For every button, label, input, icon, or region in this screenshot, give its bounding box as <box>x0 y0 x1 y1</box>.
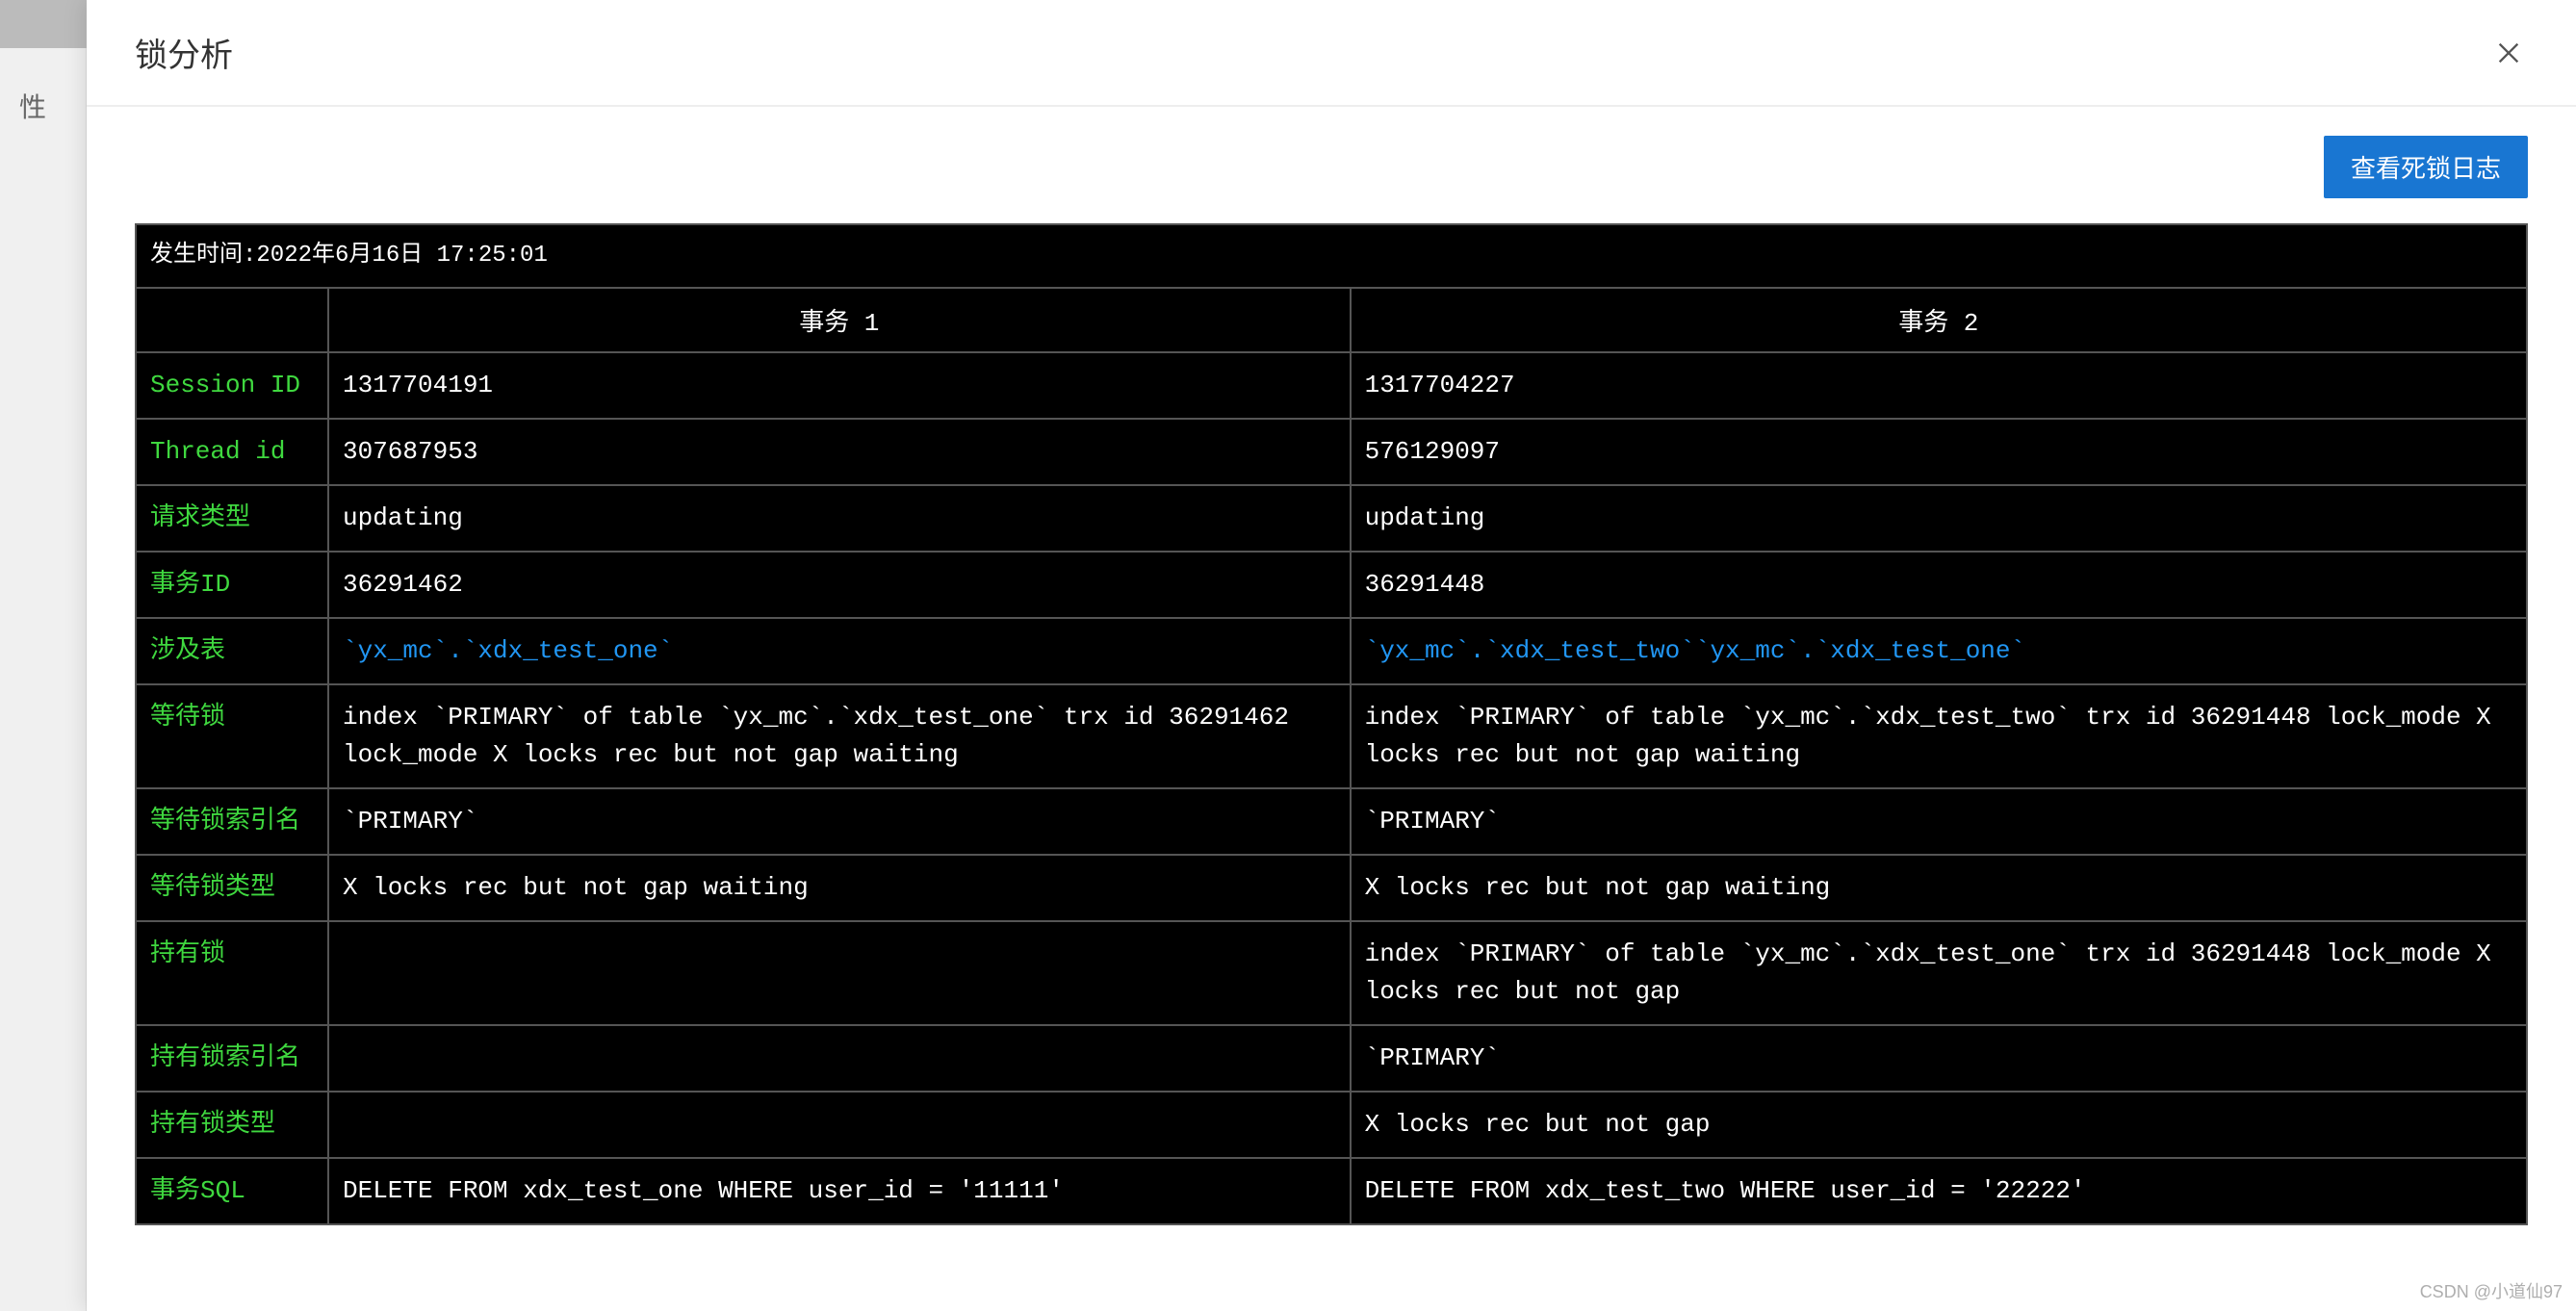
table-row: 等待锁index `PRIMARY` of table `yx_mc`.`xdx… <box>136 684 2527 788</box>
row-label: 涉及表 <box>136 618 328 684</box>
col-blank <box>136 288 328 352</box>
cell-tx1 <box>328 1025 1351 1092</box>
cell-tx2: index `PRIMARY` of table `yx_mc`.`xdx_te… <box>1351 921 2527 1025</box>
row-label: 持有锁索引名 <box>136 1025 328 1092</box>
cell-tx2: `PRIMARY` <box>1351 1025 2527 1092</box>
cell-tx2: `PRIMARY` <box>1351 788 2527 855</box>
table-row: 事务ID3629146236291448 <box>136 552 2527 618</box>
cell-tx1: 1317704191 <box>328 352 1351 419</box>
cell-tx2: `yx_mc`.`xdx_test_two``yx_mc`.`xdx_test_… <box>1351 618 2527 684</box>
modal-actions: 查看死锁日志 <box>135 136 2528 198</box>
table-row: 涉及表`yx_mc`.`xdx_test_one``yx_mc`.`xdx_te… <box>136 618 2527 684</box>
row-label: Session ID <box>136 352 328 419</box>
row-label: 持有锁类型 <box>136 1092 328 1158</box>
cell-tx1 <box>328 1092 1351 1158</box>
cell-tx1: index `PRIMARY` of table `yx_mc`.`xdx_te… <box>328 684 1351 788</box>
table-row: 请求类型updatingupdating <box>136 485 2527 552</box>
cell-tx2: 1317704227 <box>1351 352 2527 419</box>
modal-header: 锁分析 <box>87 0 2576 107</box>
col-tx2: 事务 2 <box>1351 288 2527 352</box>
deadlock-table: 发生时间:2022年6月16日 17:25:01 事务 1 事务 2 Sessi… <box>135 223 2528 1225</box>
view-deadlock-log-button[interactable]: 查看死锁日志 <box>2324 136 2528 198</box>
cell-tx2: DELETE FROM xdx_test_two WHERE user_id =… <box>1351 1158 2527 1224</box>
row-label: 持有锁 <box>136 921 328 1025</box>
cell-tx1: DELETE FROM xdx_test_one WHERE user_id =… <box>328 1158 1351 1224</box>
lock-analysis-modal: 锁分析 查看死锁日志 发生时间:2022年6月16日 17:25:01 事务 1… <box>87 0 2576 1311</box>
cell-tx1: `PRIMARY` <box>328 788 1351 855</box>
close-button[interactable] <box>2489 34 2528 72</box>
row-label: 事务SQL <box>136 1158 328 1224</box>
sidebar-tab[interactable]: 性 <box>0 48 86 164</box>
cell-tx2: index `PRIMARY` of table `yx_mc`.`xdx_te… <box>1351 684 2527 788</box>
cell-tx1: 36291462 <box>328 552 1351 618</box>
cell-tx1 <box>328 921 1351 1025</box>
watermark: CSDN @小道仙97 <box>2420 1278 2563 1303</box>
table-row: 等待锁索引名`PRIMARY``PRIMARY` <box>136 788 2527 855</box>
timestamp-value: 2022年6月16日 17:25:01 <box>256 243 547 269</box>
sidebar: 性 <box>0 48 87 1311</box>
row-label: 等待锁索引名 <box>136 788 328 855</box>
modal-body: 查看死锁日志 发生时间:2022年6月16日 17:25:01 事务 1 事务 … <box>87 107 2576 1311</box>
timestamp-row: 发生时间:2022年6月16日 17:25:01 <box>136 224 2527 288</box>
close-icon <box>2495 39 2522 66</box>
row-label: Thread id <box>136 419 328 485</box>
table-row: 持有锁索引名 `PRIMARY` <box>136 1025 2527 1092</box>
table-row: 持有锁 index `PRIMARY` of table `yx_mc`.`xdx… <box>136 921 2527 1025</box>
row-label: 请求类型 <box>136 485 328 552</box>
cell-tx2: updating <box>1351 485 2527 552</box>
cell-tx1: 307687953 <box>328 419 1351 485</box>
col-tx1: 事务 1 <box>328 288 1351 352</box>
table-row: 持有锁类型 X locks rec but not gap <box>136 1092 2527 1158</box>
table-header-row: 事务 1 事务 2 <box>136 288 2527 352</box>
row-label: 等待锁 <box>136 684 328 788</box>
cell-tx2: X locks rec but not gap <box>1351 1092 2527 1158</box>
cell-tx1: `yx_mc`.`xdx_test_one` <box>328 618 1351 684</box>
cell-tx2: 36291448 <box>1351 552 2527 618</box>
table-row: 事务SQLDELETE FROM xdx_test_one WHERE user… <box>136 1158 2527 1224</box>
table-row: Thread id307687953576129097 <box>136 419 2527 485</box>
cell-tx2: 576129097 <box>1351 419 2527 485</box>
table-row: Session ID13177041911317704227 <box>136 352 2527 419</box>
cell-tx1: updating <box>328 485 1351 552</box>
row-label: 事务ID <box>136 552 328 618</box>
modal-title: 锁分析 <box>135 29 233 76</box>
cell-tx2: X locks rec but not gap waiting <box>1351 855 2527 921</box>
cell-tx1: X locks rec but not gap waiting <box>328 855 1351 921</box>
timestamp-label: 发生时间: <box>150 243 256 269</box>
row-label: 等待锁类型 <box>136 855 328 921</box>
table-row: 等待锁类型X locks rec but not gap waitingX lo… <box>136 855 2527 921</box>
